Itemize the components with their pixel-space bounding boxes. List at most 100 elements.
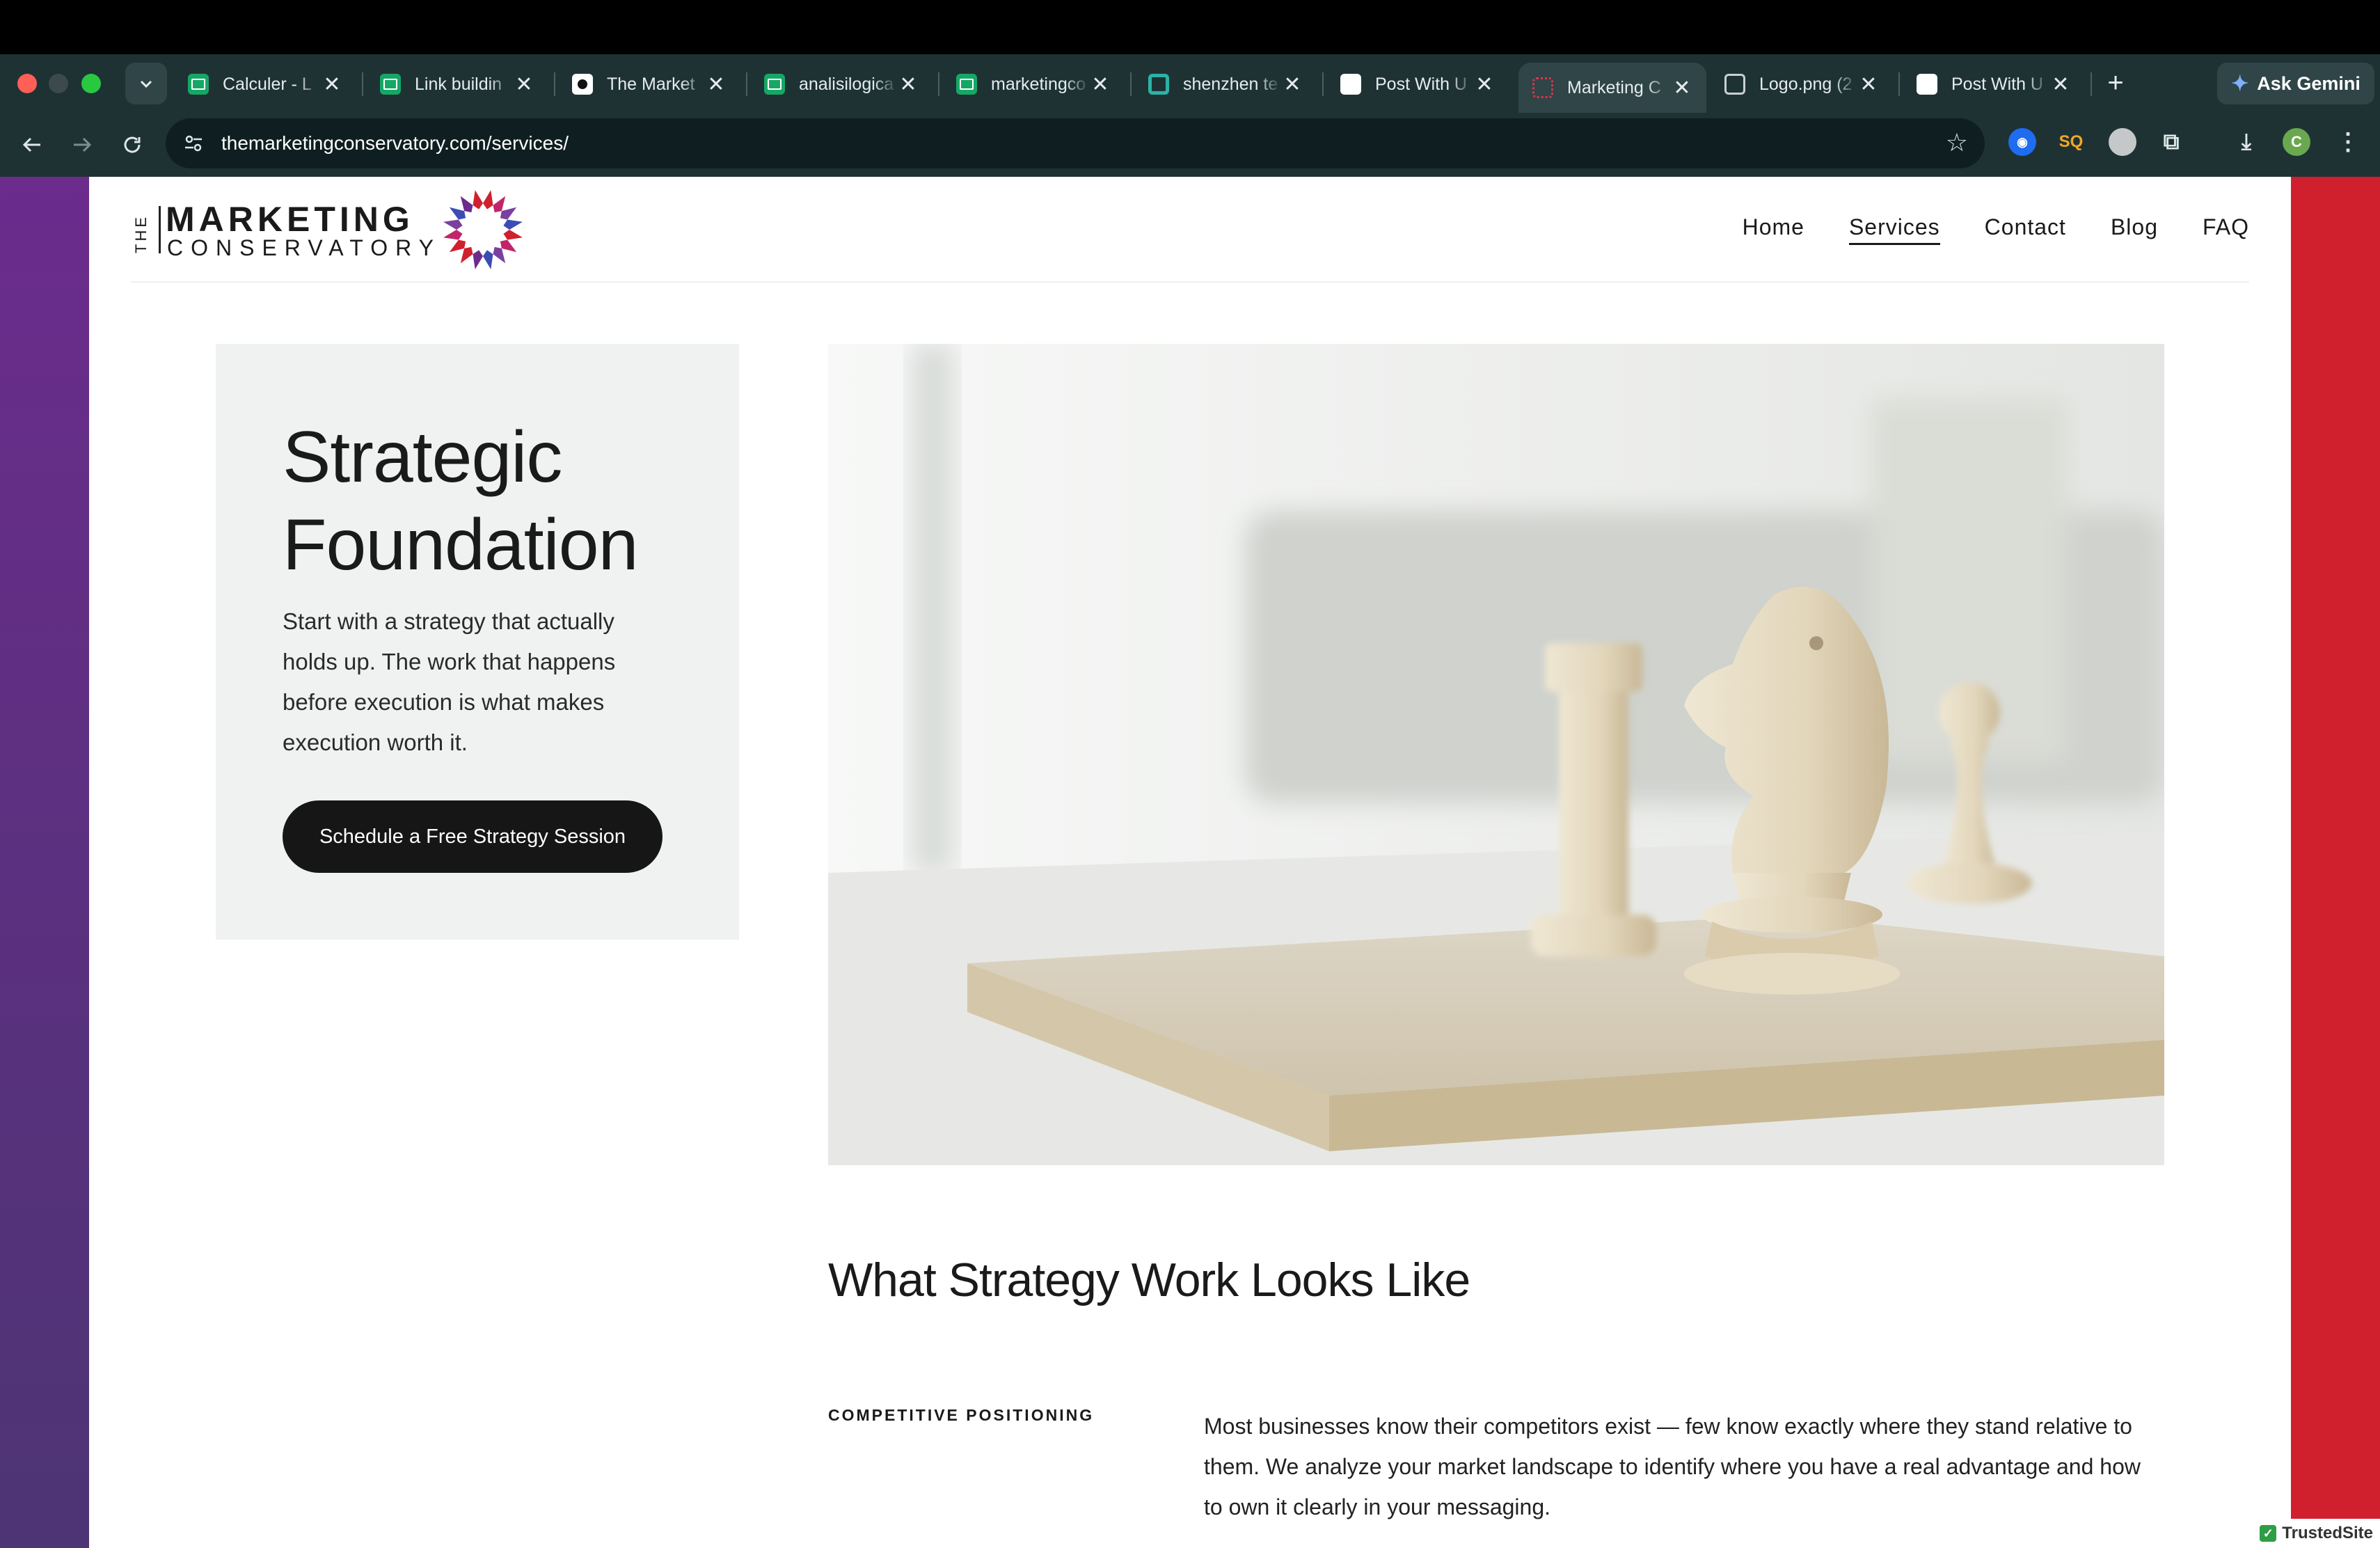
feature-description: Most businesses know their competitors e…	[1204, 1414, 2141, 1519]
close-tab-icon[interactable]: ✕	[322, 72, 342, 97]
openai-icon	[1917, 74, 1937, 95]
chess-illustration	[828, 344, 2164, 1165]
nav-blog[interactable]: Blog	[2111, 214, 2158, 245]
tab-marketingco[interactable]: marketingco ✕	[942, 63, 1125, 106]
bookmark-star-icon[interactable]: ☆	[1946, 128, 1968, 157]
reload-icon	[124, 136, 141, 153]
tab-separator	[554, 72, 555, 96]
profile-avatar[interactable]: C	[2283, 128, 2310, 156]
title-line-2: Foundation	[283, 505, 638, 585]
tab-analisilogica[interactable]: analisilogica ✕	[750, 63, 933, 106]
arrow-left-icon	[22, 137, 40, 152]
nav-services[interactable]: Services	[1848, 214, 1940, 245]
tab-logo-png[interactable]: Logo.png (2 ✕	[1711, 63, 1893, 106]
new-tab-button[interactable]: +	[2097, 65, 2134, 102]
tab-title: shenzhen te	[1183, 74, 1278, 94]
notion-icon	[572, 74, 593, 95]
close-tab-icon[interactable]: ✕	[1858, 72, 1879, 97]
section-title: What Strategy Work Looks Like	[828, 1254, 1470, 1306]
page-title: Strategic Foundation	[283, 413, 638, 589]
tab-separator	[1898, 72, 1900, 96]
tab-title: marketingco	[991, 74, 1086, 94]
brand-side-band-right	[2291, 177, 2380, 1548]
tab-separator	[746, 72, 747, 96]
conservatory-icon	[1532, 77, 1553, 98]
tab-separator	[938, 72, 939, 96]
openai-icon	[1340, 74, 1361, 95]
close-tab-icon[interactable]: ✕	[1282, 72, 1303, 97]
maximize-window-button[interactable]	[81, 74, 101, 93]
nav-home[interactable]: Home	[1743, 214, 1804, 245]
chess-pieces-image	[828, 344, 2164, 1165]
tab-separator	[362, 72, 363, 96]
tab-calculer[interactable]: Calculer - L ✕	[174, 63, 356, 106]
tab-separator	[1322, 72, 1324, 96]
close-tab-icon[interactable]: ✕	[1090, 72, 1111, 97]
reload-button[interactable]	[113, 125, 152, 164]
tab-title: Post With U	[1951, 74, 2043, 94]
logo-marketing-text: MARKETING	[166, 200, 414, 239]
browser-menu-icon[interactable]: ⋮	[2334, 128, 2362, 156]
download-icon[interactable]: ⤓	[2232, 128, 2260, 156]
close-window-button[interactable]	[17, 74, 37, 93]
ring-icon	[1148, 74, 1169, 95]
tab-post-with-u[interactable]: Post With U ✕	[1326, 63, 1509, 106]
logo-burst-icon	[443, 190, 523, 269]
system-top-bar	[0, 0, 2380, 54]
tab-search-button[interactable]	[125, 63, 167, 104]
site-header: THE MARKETING CONSERVATORY Home Services…	[131, 177, 2249, 283]
title-line-1: Strategic	[283, 417, 562, 498]
close-tab-icon[interactable]: ✕	[706, 72, 727, 97]
tab-title: The Market	[607, 74, 695, 94]
extension-blue-icon[interactable]: ◉	[2008, 128, 2036, 156]
minimize-window-button[interactable]	[49, 74, 68, 93]
close-tab-icon[interactable]: ✕	[1474, 72, 1495, 97]
svg-text:THE: THE	[132, 214, 150, 253]
tab-title: Marketing C	[1567, 77, 1661, 97]
page-viewport: THE MARKETING CONSERVATORY Home Services…	[0, 177, 2380, 1548]
ask-gemini-label: Ask Gemini	[2257, 72, 2361, 94]
tab-title: Post With U	[1375, 74, 1467, 94]
site-settings-icon[interactable]	[180, 129, 207, 157]
feature-label: COMPETITIVE POSITIONING	[828, 1406, 1095, 1424]
tab-separator	[1130, 72, 1132, 96]
tab-marketing-conservatory[interactable]: Marketing C ✕	[1518, 63, 1706, 113]
nav-faq[interactable]: FAQ	[2203, 214, 2249, 245]
sheets-icon	[764, 74, 785, 95]
main-nav: Home Services Contact Blog FAQ	[1743, 214, 2249, 245]
back-button[interactable]	[13, 125, 51, 164]
trustedsite-badge[interactable]: ✓ TrustedSite	[2254, 1519, 2380, 1548]
nav-contact[interactable]: Contact	[1985, 214, 2066, 245]
tab-the-marketing[interactable]: The Market ✕	[558, 63, 740, 106]
close-tab-icon[interactable]: ✕	[2050, 72, 2071, 97]
close-tab-icon[interactable]: ✕	[898, 72, 919, 97]
ask-gemini-button[interactable]: ✦ Ask Gemini	[2217, 63, 2374, 104]
hero-description: Start with a strategy that actually hold…	[283, 608, 616, 755]
logo-conservatory-text: CONSERVATORY	[167, 235, 441, 260]
gemini-sparkle-icon: ✦	[2231, 72, 2249, 95]
extension-seoquake-icon[interactable]: SQ	[2057, 128, 2085, 156]
tab-title: analisilogica	[799, 74, 894, 94]
close-tab-icon[interactable]: ✕	[1672, 76, 1692, 100]
logo-divider	[159, 206, 161, 253]
tab-shenzhen[interactable]: shenzhen te ✕	[1134, 63, 1317, 106]
extensions-puzzle-icon[interactable]: ⧉	[2157, 128, 2185, 156]
tab-link-building[interactable]: Link buildin ✕	[366, 63, 548, 106]
schedule-session-button[interactable]: Schedule a Free Strategy Session	[283, 800, 663, 873]
trustedsite-label: TrustedSite	[2282, 1524, 2373, 1542]
tab-title: Link buildin	[415, 74, 502, 94]
globe-icon	[1724, 74, 1745, 95]
hero-card: Strategic Foundation Start with a strate…	[216, 344, 739, 940]
sheets-icon	[380, 74, 401, 95]
site-logo[interactable]: THE MARKETING CONSERVATORY	[131, 187, 534, 270]
tab-title: Calculer - L	[223, 74, 312, 94]
check-icon: ✓	[2260, 1525, 2277, 1542]
forward-button[interactable]	[63, 125, 102, 164]
sheets-icon	[188, 74, 209, 95]
close-tab-icon[interactable]: ✕	[514, 72, 534, 97]
url-text: themarketingconservatory.com/services/	[221, 132, 569, 154]
extension-globe-icon[interactable]	[2109, 128, 2136, 156]
tab-post-with-u-2[interactable]: Post With U ✕	[1903, 63, 2085, 106]
address-bar[interactable]: themarketingconservatory.com/services/ ☆	[166, 118, 1985, 168]
arrow-right-icon	[74, 137, 92, 152]
